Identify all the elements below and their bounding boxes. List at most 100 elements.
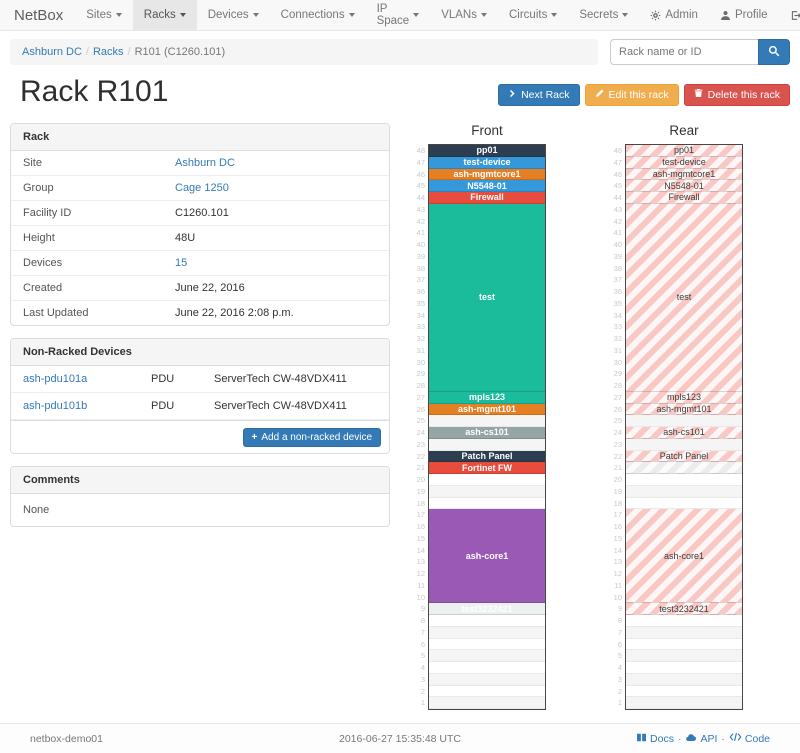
- footer-link-docs[interactable]: Docs: [636, 732, 674, 746]
- attr-value-link[interactable]: Cage 1250: [175, 182, 229, 194]
- trash-icon: [694, 88, 703, 102]
- rack-device[interactable]: mpls123: [626, 392, 742, 404]
- comments-panel: Comments None: [10, 466, 390, 527]
- brand[interactable]: NetBox: [0, 0, 75, 30]
- unit-number: 12: [414, 568, 428, 580]
- unit-number: 24: [414, 427, 428, 439]
- rack-device[interactable]: ash-mgmt101: [626, 404, 742, 416]
- nav-item-circuits[interactable]: Circuits: [498, 0, 568, 30]
- rack-attr-table: SiteAshburn DCGroupCage 1250Facility IDC…: [11, 151, 389, 325]
- edit-rack-button[interactable]: Edit this rack: [585, 84, 679, 106]
- nav-item-profile[interactable]: Profile: [709, 0, 779, 30]
- rear-unit-numbers: 4847464544434241403938373635343332313029…: [611, 144, 625, 710]
- rack-device[interactable]: Patch Panel: [429, 451, 545, 463]
- attr-value-link[interactable]: Ashburn DC: [175, 157, 235, 169]
- rack-device[interactable]: ash-core1: [626, 509, 742, 603]
- nav-item-label: Secrets: [579, 9, 618, 21]
- rear-rack: pp01test-deviceash-mgmtcore1N5548-01Fire…: [625, 144, 743, 710]
- rack-device[interactable]: test: [429, 204, 545, 392]
- delete-rack-button[interactable]: Delete this rack: [684, 84, 790, 106]
- rack-device[interactable]: test-device: [429, 157, 545, 169]
- rack-device[interactable]: ash-cs101: [429, 427, 545, 439]
- nav-item-log-out[interactable]: Log out: [779, 0, 800, 30]
- unit-number: 44: [611, 192, 625, 204]
- nonracked-panel-footer: + Add a non-racked device: [11, 420, 389, 453]
- attr-value-link[interactable]: 15: [175, 257, 187, 269]
- rack-search-input[interactable]: [610, 39, 758, 65]
- unit-number: 17: [414, 509, 428, 521]
- rack-slot-u20: [429, 474, 545, 486]
- unit-number: 14: [414, 545, 428, 557]
- rack-device[interactable]: ash-mgmtcore1: [626, 169, 742, 181]
- footer-link-api[interactable]: API: [685, 732, 717, 746]
- unit-number: 31: [611, 345, 625, 357]
- unit-number: 16: [611, 521, 625, 533]
- unit-number: 18: [611, 498, 625, 510]
- unit-number: 28: [414, 380, 428, 392]
- rack-device[interactable]: test-device: [626, 157, 742, 169]
- nav-item-secrets[interactable]: Secrets: [568, 0, 639, 30]
- unit-number: 41: [611, 227, 625, 239]
- rack-device[interactable]: [626, 462, 742, 474]
- front-elevation-title: Front: [428, 123, 546, 144]
- unit-number: 12: [611, 568, 625, 580]
- book-icon: [636, 732, 647, 746]
- footer-link-separator: ·: [721, 733, 725, 745]
- rack-slot-u3: [626, 674, 742, 686]
- user-icon: [720, 10, 731, 21]
- nav-item-sites[interactable]: Sites: [75, 0, 133, 30]
- attr-value: Ashburn DC: [163, 151, 389, 175]
- rack-device[interactable]: test3232421: [429, 603, 545, 615]
- unit-number: 31: [414, 345, 428, 357]
- rack-slot-u8: [429, 615, 545, 627]
- unit-number: 21: [414, 462, 428, 474]
- rack-device[interactable]: ash-mgmtcore1: [429, 169, 545, 181]
- rack-device[interactable]: test: [626, 204, 742, 392]
- nav-item-ip-space[interactable]: IP Space: [366, 0, 431, 30]
- unit-number: 36: [414, 286, 428, 298]
- rack-device[interactable]: test3232421: [626, 603, 742, 615]
- rack-device[interactable]: ash-cs101: [626, 427, 742, 439]
- unit-number: 43: [611, 204, 625, 216]
- nav-item-devices[interactable]: Devices: [197, 0, 270, 30]
- breadcrumb-separator: /: [86, 46, 89, 58]
- rack-attr-row: Facility IDC1260.101: [11, 201, 389, 226]
- unit-number: 1: [414, 697, 428, 709]
- rack-slot-u3: [429, 674, 545, 686]
- comments-body: None: [11, 494, 389, 526]
- rack-device[interactable]: N5548-01: [626, 180, 742, 192]
- unit-number: 43: [414, 204, 428, 216]
- rack-device[interactable]: ash-core1: [429, 509, 545, 603]
- rack-device[interactable]: N5548-01: [429, 180, 545, 192]
- rack-device[interactable]: pp01: [626, 145, 742, 157]
- device-name-cell: ash-pdu101b: [11, 393, 147, 419]
- next-rack-button[interactable]: Next Rack: [498, 84, 579, 106]
- chevron-right-icon: [508, 88, 516, 102]
- rack-device[interactable]: Patch Panel: [626, 451, 742, 463]
- rack-slot-u7: [626, 627, 742, 639]
- comments-panel-heading: Comments: [11, 467, 389, 494]
- rack-device[interactable]: Fortinet FW: [429, 462, 545, 474]
- unit-number: 39: [414, 251, 428, 263]
- rack-device[interactable]: mpls123: [429, 392, 545, 404]
- rack-slot-u8: [626, 615, 742, 627]
- rack-device[interactable]: Firewall: [626, 192, 742, 204]
- device-link[interactable]: ash-pdu101a: [23, 373, 87, 385]
- unit-number: 32: [414, 333, 428, 345]
- add-nonracked-device-button[interactable]: + Add a non-racked device: [243, 428, 381, 447]
- delete-rack-label: Delete this rack: [708, 88, 780, 102]
- nav-item-connections[interactable]: Connections: [270, 0, 366, 30]
- rack-device[interactable]: Firewall: [429, 192, 545, 204]
- breadcrumb-item[interactable]: Racks: [93, 46, 124, 58]
- footer-link-code[interactable]: Code: [729, 732, 770, 745]
- nav-item-admin[interactable]: Admin: [639, 0, 709, 30]
- rack-search-button[interactable]: [758, 39, 790, 65]
- rack-device[interactable]: pp01: [429, 145, 545, 157]
- device-link[interactable]: ash-pdu101b: [23, 400, 87, 412]
- rack-attr-row: Last UpdatedJune 22, 2016 2:08 p.m.: [11, 301, 389, 325]
- unit-number: 24: [611, 427, 625, 439]
- nav-item-racks[interactable]: Racks: [133, 0, 197, 30]
- breadcrumb-item[interactable]: Ashburn DC: [22, 46, 82, 58]
- rack-device[interactable]: ash-mgmt101: [429, 404, 545, 416]
- nav-item-vlans[interactable]: VLANs: [430, 0, 498, 30]
